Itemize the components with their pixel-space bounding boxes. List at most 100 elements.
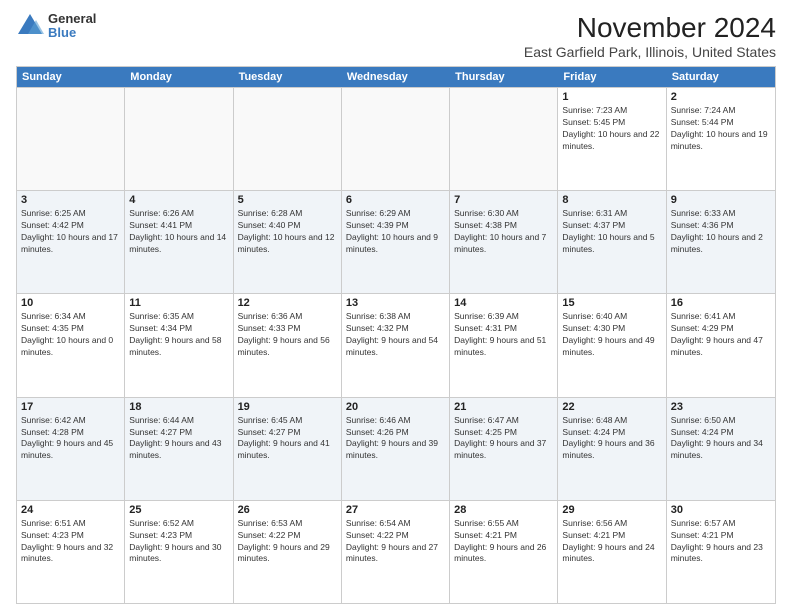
- header-day-thursday: Thursday: [450, 67, 558, 87]
- day-info: Sunrise: 6:29 AMSunset: 4:39 PMDaylight:…: [346, 208, 445, 256]
- day-number: 3: [21, 194, 120, 206]
- day-number: 22: [562, 401, 661, 413]
- day-number: 5: [238, 194, 337, 206]
- day-info: Sunrise: 7:23 AMSunset: 5:45 PMDaylight:…: [562, 105, 661, 153]
- cal-cell-3-4: 21Sunrise: 6:47 AMSunset: 4:25 PMDayligh…: [450, 398, 558, 500]
- day-info: Sunrise: 6:40 AMSunset: 4:30 PMDaylight:…: [562, 311, 661, 359]
- day-number: 10: [21, 297, 120, 309]
- cal-cell-1-6: 9 Sunrise: 6:33 AMSunset: 4:36 PMDaylight…: [667, 191, 775, 293]
- cal-cell-0-4: [450, 88, 558, 190]
- header-day-wednesday: Wednesday: [342, 67, 450, 87]
- cal-cell-2-1: 11 Sunrise: 6:35 AMSunset: 4:34 PMDayligh…: [125, 294, 233, 396]
- day-number: 24: [21, 504, 120, 516]
- calendar-body: 1 Sunrise: 7:23 AMSunset: 5:45 PMDaylight…: [17, 87, 775, 603]
- header-day-friday: Friday: [558, 67, 666, 87]
- day-number: 28: [454, 504, 553, 516]
- day-number: 20: [346, 401, 445, 413]
- day-number: 1: [562, 91, 661, 103]
- day-info: Sunrise: 6:46 AMSunset: 4:26 PMDaylight:…: [346, 415, 445, 463]
- day-info: Sunrise: 6:50 AMSunset: 4:24 PMDaylight:…: [671, 415, 771, 463]
- day-info: Sunrise: 6:26 AMSunset: 4:41 PMDaylight:…: [129, 208, 228, 256]
- logo-icon: [16, 12, 44, 40]
- cal-cell-1-0: 3 Sunrise: 6:25 AMSunset: 4:42 PMDaylight…: [17, 191, 125, 293]
- page: General Blue November 2024 East Garfield…: [0, 0, 792, 612]
- day-number: 26: [238, 504, 337, 516]
- day-info: Sunrise: 6:48 AMSunset: 4:24 PMDaylight:…: [562, 415, 661, 463]
- day-number: 18: [129, 401, 228, 413]
- day-info: Sunrise: 6:56 AMSunset: 4:21 PMDaylight:…: [562, 518, 661, 566]
- cal-cell-0-3: [342, 88, 450, 190]
- calendar-header: SundayMondayTuesdayWednesdayThursdayFrid…: [17, 67, 775, 87]
- day-info: Sunrise: 6:39 AMSunset: 4:31 PMDaylight:…: [454, 311, 553, 359]
- day-info: Sunrise: 6:54 AMSunset: 4:22 PMDaylight:…: [346, 518, 445, 566]
- day-number: 14: [454, 297, 553, 309]
- day-info: Sunrise: 6:52 AMSunset: 4:23 PMDaylight:…: [129, 518, 228, 566]
- cal-cell-4-5: 29Sunrise: 6:56 AMSunset: 4:21 PMDayligh…: [558, 501, 666, 603]
- day-info: Sunrise: 6:36 AMSunset: 4:33 PMDaylight:…: [238, 311, 337, 359]
- calendar-row-1: 3 Sunrise: 6:25 AMSunset: 4:42 PMDaylight…: [17, 190, 775, 293]
- calendar-row-2: 10 Sunrise: 6:34 AMSunset: 4:35 PMDayligh…: [17, 293, 775, 396]
- header: General Blue November 2024 East Garfield…: [16, 12, 776, 60]
- day-info: Sunrise: 6:28 AMSunset: 4:40 PMDaylight:…: [238, 208, 337, 256]
- day-number: 27: [346, 504, 445, 516]
- day-number: 9: [671, 194, 771, 206]
- cal-cell-0-6: 2 Sunrise: 7:24 AMSunset: 5:44 PMDaylight…: [667, 88, 775, 190]
- day-number: 23: [671, 401, 771, 413]
- calendar-row-3: 17Sunrise: 6:42 AMSunset: 4:28 PMDayligh…: [17, 397, 775, 500]
- day-number: 2: [671, 91, 771, 103]
- cal-cell-2-3: 13 Sunrise: 6:38 AMSunset: 4:32 PMDayligh…: [342, 294, 450, 396]
- cal-cell-1-2: 5 Sunrise: 6:28 AMSunset: 4:40 PMDaylight…: [234, 191, 342, 293]
- day-number: 11: [129, 297, 228, 309]
- cal-cell-1-3: 6 Sunrise: 6:29 AMSunset: 4:39 PMDaylight…: [342, 191, 450, 293]
- day-number: 30: [671, 504, 771, 516]
- cal-cell-0-1: [125, 88, 233, 190]
- day-info: Sunrise: 6:35 AMSunset: 4:34 PMDaylight:…: [129, 311, 228, 359]
- cal-cell-3-5: 22 Sunrise: 6:48 AMSunset: 4:24 PMDayligh…: [558, 398, 666, 500]
- day-info: Sunrise: 6:51 AMSunset: 4:23 PMDaylight:…: [21, 518, 120, 566]
- cal-cell-3-6: 23 Sunrise: 6:50 AMSunset: 4:24 PMDayligh…: [667, 398, 775, 500]
- title-block: November 2024 East Garfield Park, Illino…: [524, 12, 776, 60]
- day-number: 6: [346, 194, 445, 206]
- cal-cell-1-1: 4 Sunrise: 6:26 AMSunset: 4:41 PMDaylight…: [125, 191, 233, 293]
- day-info: Sunrise: 7:24 AMSunset: 5:44 PMDaylight:…: [671, 105, 771, 153]
- cal-cell-3-3: 20 Sunrise: 6:46 AMSunset: 4:26 PMDayligh…: [342, 398, 450, 500]
- day-info: Sunrise: 6:57 AMSunset: 4:21 PMDaylight:…: [671, 518, 771, 566]
- day-info: Sunrise: 6:31 AMSunset: 4:37 PMDaylight:…: [562, 208, 661, 256]
- logo-blue: Blue: [48, 26, 96, 40]
- day-number: 4: [129, 194, 228, 206]
- cal-cell-4-4: 28 Sunrise: 6:55 AMSunset: 4:21 PMDayligh…: [450, 501, 558, 603]
- logo-general: General: [48, 12, 96, 26]
- cal-cell-4-0: 24 Sunrise: 6:51 AMSunset: 4:23 PMDayligh…: [17, 501, 125, 603]
- cal-cell-0-0: [17, 88, 125, 190]
- day-info: Sunrise: 6:30 AMSunset: 4:38 PMDaylight:…: [454, 208, 553, 256]
- calendar: SundayMondayTuesdayWednesdayThursdayFrid…: [16, 66, 776, 604]
- cal-cell-0-5: 1 Sunrise: 7:23 AMSunset: 5:45 PMDaylight…: [558, 88, 666, 190]
- cal-cell-4-2: 26 Sunrise: 6:53 AMSunset: 4:22 PMDayligh…: [234, 501, 342, 603]
- day-info: Sunrise: 6:25 AMSunset: 4:42 PMDaylight:…: [21, 208, 120, 256]
- cal-cell-4-3: 27 Sunrise: 6:54 AMSunset: 4:22 PMDayligh…: [342, 501, 450, 603]
- day-number: 8: [562, 194, 661, 206]
- day-info: Sunrise: 6:45 AMSunset: 4:27 PMDaylight:…: [238, 415, 337, 463]
- header-day-tuesday: Tuesday: [234, 67, 342, 87]
- day-info: Sunrise: 6:38 AMSunset: 4:32 PMDaylight:…: [346, 311, 445, 359]
- day-info: Sunrise: 6:47 AMSunset: 4:25 PMDaylight:…: [454, 415, 553, 463]
- day-number: 7: [454, 194, 553, 206]
- cal-cell-2-6: 16Sunrise: 6:41 AMSunset: 4:29 PMDayligh…: [667, 294, 775, 396]
- day-number: 17: [21, 401, 120, 413]
- cal-cell-2-5: 15 Sunrise: 6:40 AMSunset: 4:30 PMDayligh…: [558, 294, 666, 396]
- logo-text: General Blue: [48, 12, 96, 41]
- day-info: Sunrise: 6:53 AMSunset: 4:22 PMDaylight:…: [238, 518, 337, 566]
- cal-cell-0-2: [234, 88, 342, 190]
- cal-cell-3-1: 18Sunrise: 6:44 AMSunset: 4:27 PMDayligh…: [125, 398, 233, 500]
- header-day-saturday: Saturday: [667, 67, 775, 87]
- calendar-row-4: 24 Sunrise: 6:51 AMSunset: 4:23 PMDayligh…: [17, 500, 775, 603]
- day-number: 15: [562, 297, 661, 309]
- day-number: 13: [346, 297, 445, 309]
- cal-cell-1-4: 7 Sunrise: 6:30 AMSunset: 4:38 PMDaylight…: [450, 191, 558, 293]
- day-number: 19: [238, 401, 337, 413]
- day-info: Sunrise: 6:33 AMSunset: 4:36 PMDaylight:…: [671, 208, 771, 256]
- calendar-row-0: 1 Sunrise: 7:23 AMSunset: 5:45 PMDaylight…: [17, 87, 775, 190]
- day-info: Sunrise: 6:55 AMSunset: 4:21 PMDaylight:…: [454, 518, 553, 566]
- day-info: Sunrise: 6:41 AMSunset: 4:29 PMDaylight:…: [671, 311, 771, 359]
- day-info: Sunrise: 6:34 AMSunset: 4:35 PMDaylight:…: [21, 311, 120, 359]
